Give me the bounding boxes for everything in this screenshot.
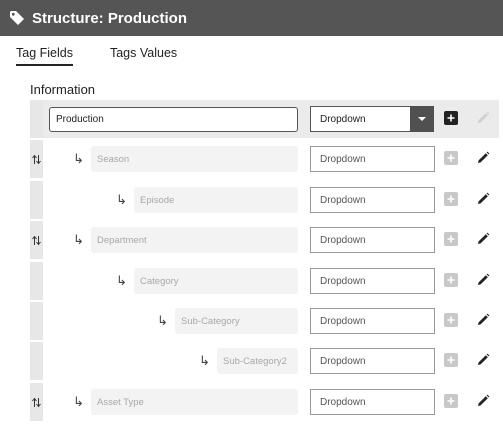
- edit-button: [475, 110, 491, 126]
- edit-button[interactable]: [475, 352, 491, 368]
- field-name-input[interactable]: Sub-Category: [175, 308, 298, 334]
- dropdown-toggle[interactable]: [410, 106, 434, 132]
- root-type-value: Dropdown: [320, 113, 366, 125]
- pencil-icon: [478, 313, 490, 325]
- field-type-select[interactable]: Dropdown: [310, 268, 435, 294]
- edit-button[interactable]: [475, 231, 491, 247]
- field-name-input[interactable]: Episode: [134, 187, 298, 213]
- add-button[interactable]: [444, 192, 458, 206]
- pencil-icon: [478, 111, 490, 123]
- edit-button[interactable]: [475, 393, 491, 409]
- plus-icon: [447, 276, 455, 284]
- drag-handle[interactable]: [30, 383, 43, 421]
- edit-button[interactable]: [475, 312, 491, 328]
- plus-icon: [447, 195, 455, 203]
- field-type-select[interactable]: Dropdown: [310, 308, 435, 334]
- field-name-input[interactable]: Asset Type: [91, 389, 298, 415]
- add-button[interactable]: [444, 394, 458, 408]
- add-button[interactable]: [444, 353, 458, 367]
- drag-handle: [30, 181, 43, 219]
- tab-tags-values[interactable]: Tags Values: [110, 46, 177, 66]
- add-button[interactable]: [444, 313, 458, 327]
- section-label: Information: [30, 82, 96, 97]
- plus-icon: [447, 397, 455, 405]
- drag-handle[interactable]: [30, 221, 43, 259]
- reorder-arrows-icon: [32, 154, 41, 164]
- edit-button[interactable]: [475, 272, 491, 288]
- plus-icon: [447, 356, 455, 364]
- pencil-icon: [478, 151, 490, 163]
- page-title: Structure: Production: [32, 9, 188, 27]
- field-name-input[interactable]: Season: [91, 146, 298, 172]
- nest-arrow-icon: ↳: [199, 353, 210, 368]
- add-button[interactable]: [444, 151, 458, 165]
- root-name-input[interactable]: Production: [49, 107, 298, 132]
- nest-arrow-icon: ↳: [116, 273, 127, 288]
- field-type-select[interactable]: Dropdown: [310, 389, 435, 415]
- nest-arrow-icon: ↳: [116, 192, 127, 207]
- nest-arrow-icon: ↳: [73, 394, 84, 409]
- caret-down-icon: [418, 117, 426, 121]
- tag-icon: [10, 11, 24, 25]
- drag-handle: [30, 302, 43, 340]
- field-name-input[interactable]: Category: [134, 268, 298, 294]
- field-type-select[interactable]: Dropdown: [310, 348, 435, 374]
- pencil-icon: [478, 394, 490, 406]
- drag-handle: [30, 262, 43, 300]
- tab-tag-fields[interactable]: Tag Fields: [16, 46, 73, 66]
- pencil-icon: [478, 232, 490, 244]
- header-bar: Structure: Production: [0, 0, 503, 36]
- field-type-select[interactable]: Dropdown: [310, 146, 435, 172]
- nest-arrow-icon: ↳: [73, 232, 84, 247]
- drag-handle[interactable]: [30, 140, 43, 178]
- reorder-arrows-icon: [32, 397, 41, 407]
- drag-handle: [30, 342, 43, 380]
- nest-arrow-icon: ↳: [73, 151, 84, 166]
- field-type-select[interactable]: Dropdown: [310, 227, 435, 253]
- nest-arrow-icon: ↳: [157, 313, 168, 328]
- pencil-icon: [478, 273, 490, 285]
- pencil-icon: [478, 192, 490, 204]
- field-name-input[interactable]: Department: [91, 227, 298, 253]
- tab-bar: Tag Fields Tags Values: [16, 46, 214, 66]
- plus-icon: [447, 114, 455, 122]
- edit-button[interactable]: [475, 191, 491, 207]
- plus-icon: [447, 154, 455, 162]
- root-type-select[interactable]: Dropdown: [310, 106, 434, 132]
- add-button[interactable]: [444, 273, 458, 287]
- drag-handle: [30, 100, 43, 138]
- add-button[interactable]: [444, 232, 458, 246]
- add-button[interactable]: [444, 111, 458, 125]
- edit-button[interactable]: [475, 150, 491, 166]
- plus-icon: [447, 235, 455, 243]
- pencil-icon: [478, 353, 490, 365]
- reorder-arrows-icon: [32, 235, 41, 245]
- field-type-select[interactable]: Dropdown: [310, 187, 435, 213]
- plus-icon: [447, 316, 455, 324]
- field-name-input[interactable]: Sub-Category2: [217, 348, 298, 374]
